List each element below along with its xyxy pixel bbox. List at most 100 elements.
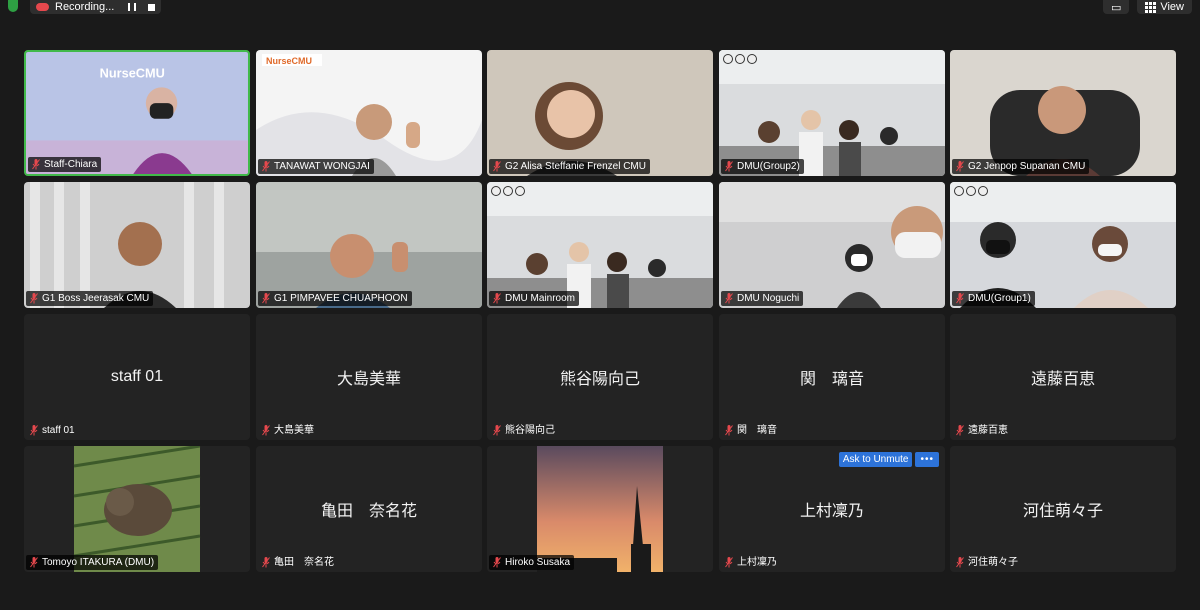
participant-tile[interactable]: 遠藤百恵 遠藤百恵 [950,314,1176,440]
stop-recording-icon[interactable] [148,3,156,11]
participant-tile[interactable]: G2 Jenpop Supanan CMU [950,50,1176,176]
status-badge-icon [723,54,733,64]
participant-name-label: Tomoyo ITAKURA (DMU) [26,555,159,570]
muted-mic-icon [493,425,501,436]
participant-name: G2 Jenpop Supanan CMU [968,161,1086,172]
view-button[interactable]: View [1137,0,1192,14]
muted-mic-icon [493,557,501,568]
participant-name: 熊谷陽向己 [505,425,555,436]
muted-mic-icon [32,159,40,170]
participant-name-label: TANAWAT WONGJAI [258,159,374,174]
participant-tile[interactable]: staff 01 staff 01 [24,314,250,440]
grid-view-icon [1145,1,1157,13]
participant-name: 大島美華 [274,425,314,436]
more-options-button[interactable]: ••• [915,452,939,467]
muted-mic-icon [956,425,964,436]
muted-mic-icon [262,161,270,172]
participant-tile[interactable]: DMU(Group2) [719,50,945,176]
security-shield-icon[interactable] [8,0,18,12]
fullscreen-button[interactable]: ▭ [1102,0,1130,14]
participant-name: TANAWAT WONGJAI [274,161,370,172]
muted-mic-icon [30,425,38,436]
participant-tile[interactable]: Tomoyo ITAKURA (DMU) [24,446,250,572]
participant-tile[interactable]: 熊谷陽向己 熊谷陽向己 [487,314,713,440]
participant-video [24,182,250,308]
participant-tile[interactable]: 大島美華 大島美華 [256,314,482,440]
participant-name-label: 遠藤百恵 [952,423,1012,438]
participant-tile[interactable]: 上村凜乃 Ask to Unmute ••• 上村凜乃 [719,446,945,572]
participant-name-label: 河住萌々子 [952,555,1022,570]
participant-name-label: G2 Alisa Steffanie Frenzel CMU [489,159,650,174]
participant-name-label: Hiroko Susaka [489,555,575,570]
participant-display-name: 大島美華 [336,371,401,388]
participant-tile[interactable]: DMU Noguchi [719,182,945,308]
status-badge-icon [954,186,964,196]
participant-name: 河住萌々子 [968,557,1018,568]
participant-display-name: 亀田 奈名花 [320,503,417,520]
muted-mic-icon [262,425,270,436]
status-badge-icon [966,186,976,196]
top-bar: Recording... ▭ View [0,0,1200,14]
participant-tile[interactable]: G1 PIMPAVEE CHUAPHOON [256,182,482,308]
participant-name-label: 関 璃音 [721,423,781,438]
participant-name-label: DMU Noguchi [721,291,804,306]
participant-tile[interactable]: 河住萌々子 河住萌々子 [950,446,1176,572]
participant-name: 上村凜乃 [737,557,777,568]
participant-tile[interactable]: NurseCMU TANAWAT WONGJAI [256,50,482,176]
participant-name: staff 01 [42,425,75,436]
status-badges [954,186,988,196]
logo-text: NurseCMU [100,66,165,81]
participant-display-name: 上村凜乃 [799,503,864,520]
participant-display-name: staff 01 [110,368,164,385]
fullscreen-icon: ▭ [1110,1,1122,14]
ask-to-unmute-button[interactable]: Ask to Unmute [838,452,913,467]
muted-mic-icon [725,425,733,436]
participant-video [487,182,713,308]
participant-video [950,182,1176,308]
participant-video [256,182,482,308]
participant-tile[interactable]: NurseCMU Staff-Chiara [24,50,250,176]
muted-mic-icon [30,293,38,304]
status-badge-icon [515,186,525,196]
participant-name-label: DMU(Group1) [952,291,1035,306]
participant-video [719,50,945,176]
recording-indicator: Recording... [30,0,162,14]
tile-actions: Ask to Unmute ••• [838,452,939,467]
profile-picture [24,446,250,572]
muted-mic-icon [493,161,501,172]
participant-name-label: DMU(Group2) [721,159,804,174]
participant-name: G1 Boss Jeerasak CMU [42,293,150,304]
muted-mic-icon [956,161,964,172]
participant-display-name: 遠藤百恵 [1030,371,1095,388]
muted-mic-icon [725,293,733,304]
participant-name: Staff-Chiara [44,159,98,170]
status-badge-icon [978,186,988,196]
muted-mic-icon [262,557,270,568]
participant-tile[interactable]: G2 Alisa Steffanie Frenzel CMU [487,50,713,176]
muted-mic-icon [30,557,38,568]
participant-name: G2 Alisa Steffanie Frenzel CMU [505,161,646,172]
participant-tile[interactable]: DMU(Group1) [950,182,1176,308]
participant-name: Hiroko Susaka [505,557,571,568]
participant-name: DMU(Group1) [968,293,1031,304]
participant-name-label: 大島美華 [258,423,318,438]
participant-tile[interactable]: G1 Boss Jeerasak CMU [24,182,250,308]
pause-recording-icon[interactable] [128,3,137,11]
status-badges [491,186,525,196]
muted-mic-icon [956,293,964,304]
participant-tile[interactable]: DMU Mainroom [487,182,713,308]
participant-display-name: 河住萌々子 [1022,503,1103,520]
participant-video [719,182,945,308]
participant-tile[interactable]: Hiroko Susaka [487,446,713,572]
participant-name: DMU Noguchi [737,293,800,304]
participant-name: Tomoyo ITAKURA (DMU) [42,557,155,568]
participant-video [950,50,1176,176]
status-badge-icon [503,186,513,196]
participant-name: 亀田 奈名花 [274,557,334,568]
participant-video [487,50,713,176]
status-badge-icon [491,186,501,196]
participant-tile[interactable]: 亀田 奈名花 亀田 奈名花 [256,446,482,572]
participant-tile[interactable]: 関 璃音関 璃音 [719,314,945,440]
participant-display-name: 関 璃音 [799,371,864,388]
participant-name-label: Staff-Chiara [28,157,102,172]
